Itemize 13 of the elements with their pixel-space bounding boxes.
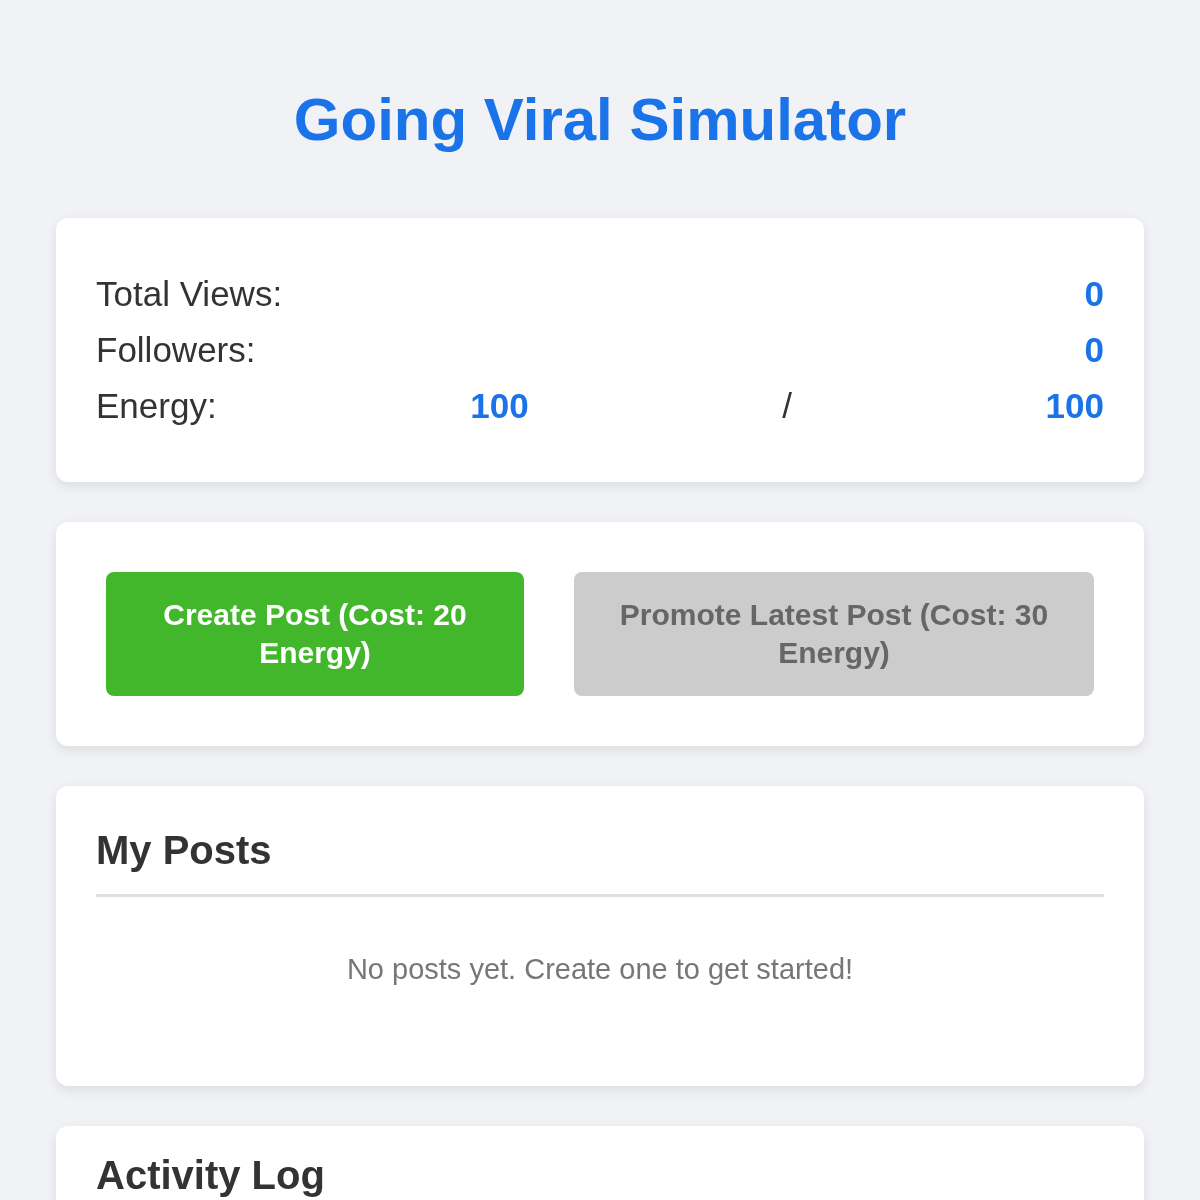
stat-label: Followers: <box>96 330 256 370</box>
stat-value: 100 <box>1045 386 1104 426</box>
stat-value: 0 <box>1084 330 1104 370</box>
stat-label: Energy: <box>96 386 217 426</box>
stat-value: 100 <box>470 386 529 426</box>
empty-message: No posts yet. Create one to get started! <box>345 952 855 987</box>
section-heading: Activity Log <box>96 1152 326 1198</box>
section-heading: My Posts <box>96 827 273 874</box>
separator-slash: / <box>782 386 792 426</box>
stat-value: 0 <box>1084 274 1104 314</box>
create-button[interactable]: Create Post (Cost: 20 Energy) <box>106 572 524 696</box>
app-title: Going Viral Simulator <box>292 85 908 155</box>
stat-label: Total Views: <box>96 274 283 314</box>
